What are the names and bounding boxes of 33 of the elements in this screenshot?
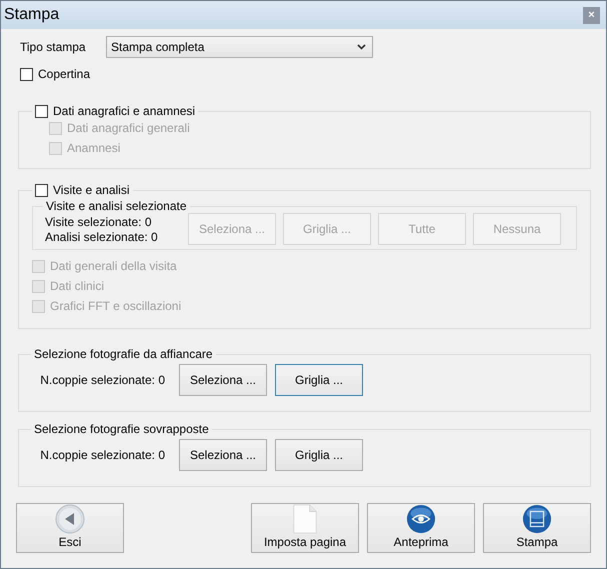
field-label: Tipo stampa xyxy=(20,40,87,54)
action-button[interactable]: Seleziona ... xyxy=(179,364,267,396)
count-label: Visite selezionate: 0 xyxy=(45,214,153,228)
window-title: Stampa xyxy=(4,6,60,24)
group-title: Selezione fotografie sovrapposte xyxy=(34,422,209,436)
page-icon xyxy=(292,504,318,534)
checkbox-label: Copertina xyxy=(38,67,90,81)
toolbar-button[interactable]: Anteprima xyxy=(367,503,475,553)
toolbar-button[interactable]: Imposta pagina xyxy=(251,503,359,553)
group-title: Visite e analisi xyxy=(53,183,130,197)
checkbox-label: Anamnesi xyxy=(67,141,120,155)
count-label: N.coppie selezionate: 0 xyxy=(39,448,166,462)
checkbox[interactable] xyxy=(35,184,48,196)
checkbox[interactable] xyxy=(35,104,48,118)
count-label: Analisi selezionate: 0 xyxy=(45,230,159,244)
checkbox-label: Grafici FFT e oscillazioni xyxy=(50,299,182,313)
group-title: Dati anagrafici e anamnesi xyxy=(53,104,196,118)
action-button[interactable]: Seleziona ... xyxy=(179,439,267,471)
action-button[interactable]: Griglia ... xyxy=(275,364,363,396)
checkbox-label: Dati anagrafici generali xyxy=(67,121,190,135)
toolbar-button[interactable]: Stampa xyxy=(483,503,591,553)
toolbar-button[interactable]: Esci xyxy=(16,503,124,553)
count-label: N.coppie selezionate: 0 xyxy=(39,373,166,387)
action-button[interactable]: Griglia ... xyxy=(275,439,363,471)
checkbox-label: Dati generali della visita xyxy=(50,259,177,273)
eye-globe-icon xyxy=(405,504,437,534)
print-type-dropdown[interactable]: Stampa completa xyxy=(106,36,373,58)
checkbox-label: Dati clinici xyxy=(50,279,104,293)
chevron-down-icon xyxy=(357,44,366,50)
print-globe-icon xyxy=(521,504,553,534)
group-title: Visite e analisi selezionate xyxy=(46,199,187,213)
checkbox[interactable] xyxy=(20,68,33,80)
group-title: Selezione fotografie da affiancare xyxy=(34,347,213,361)
